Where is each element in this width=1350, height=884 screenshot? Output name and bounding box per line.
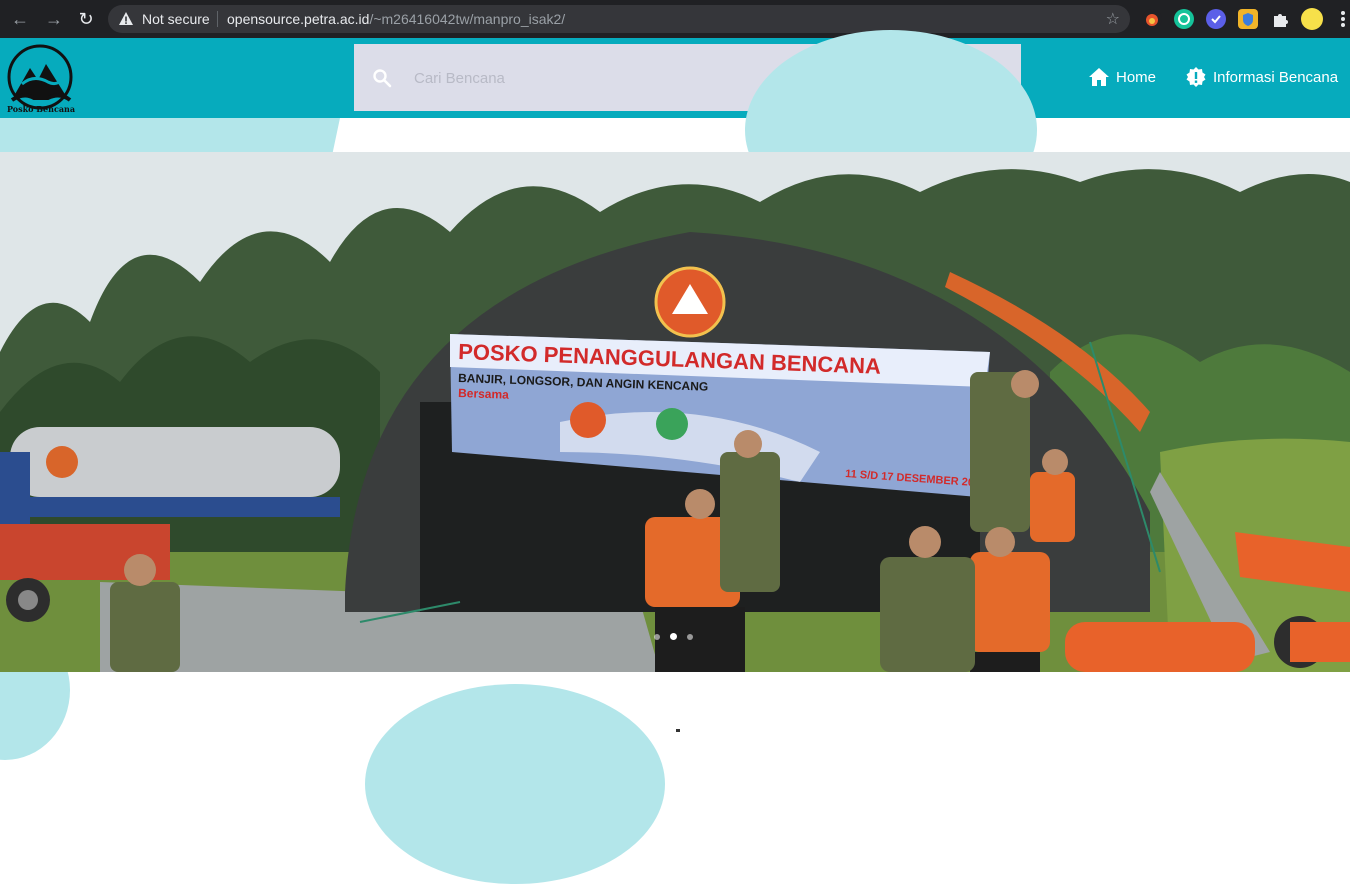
url-host: opensource.petra.ac.id <box>227 11 370 27</box>
address-bar[interactable]: Not secure opensource.petra.ac.id/~m2641… <box>108 5 1130 33</box>
url-path: /~m26416042tw/manpro_isak2/ <box>369 11 566 27</box>
nav-informasi-bencana-label: Informasi Bencana <box>1213 68 1339 86</box>
forward-icon[interactable]: → <box>42 7 66 31</box>
extension-check-icon[interactable] <box>1206 9 1226 29</box>
extensions-puzzle-icon[interactable] <box>1270 9 1290 29</box>
search-icon[interactable] <box>372 68 392 88</box>
browser-chrome: ← → ↻ Not secure opensource.petra.ac.id/… <box>0 0 1350 38</box>
hero-carousel[interactable]: POSKO PENANGGULANGAN BENCANA BANJIR, LON… <box>0 152 1350 672</box>
profile-avatar[interactable] <box>1301 8 1323 30</box>
bookmark-star-icon[interactable]: ☆ <box>1106 9 1120 29</box>
nav-home-link[interactable]: Home <box>1088 66 1156 88</box>
extension-fire-icon[interactable] <box>1142 9 1162 29</box>
alert-badge-icon <box>1186 67 1206 87</box>
url-text[interactable]: opensource.petra.ac.id/~m26416042tw/manp… <box>227 11 565 27</box>
home-icon <box>1089 68 1109 86</box>
site-header: Posko Bencana Home Informasi Bencana <box>0 38 1350 118</box>
security-label[interactable]: Not secure <box>142 11 210 27</box>
decor-blob-left <box>0 118 340 152</box>
decor-blob-bottom-center <box>365 684 665 884</box>
warning-icon[interactable] <box>118 11 134 27</box>
logo-text: Posko Bencana <box>7 104 75 114</box>
extension-shield-icon[interactable] <box>1238 9 1258 29</box>
posko-bencana-logo[interactable]: Posko Bencana <box>4 44 78 114</box>
banner-tagline: Bersama <box>458 386 509 402</box>
reload-icon[interactable]: ↻ <box>74 7 98 31</box>
carousel-slide-image: POSKO PENANGGULANGAN BENCANA BANJIR, LON… <box>0 152 1350 672</box>
carousel-indicator-3[interactable] <box>687 634 693 640</box>
carousel-indicator-2[interactable] <box>670 633 677 640</box>
nav-home-label: Home <box>1116 68 1157 86</box>
grammarly-icon[interactable] <box>1174 9 1194 29</box>
nav-informasi-bencana-link[interactable]: Informasi Bencana <box>1185 66 1338 88</box>
carousel-indicators <box>654 633 693 640</box>
back-icon[interactable]: ← <box>8 7 32 31</box>
browser-menu-icon[interactable] <box>1338 9 1348 29</box>
carousel-indicator-1[interactable] <box>654 634 660 640</box>
divider <box>217 11 218 27</box>
